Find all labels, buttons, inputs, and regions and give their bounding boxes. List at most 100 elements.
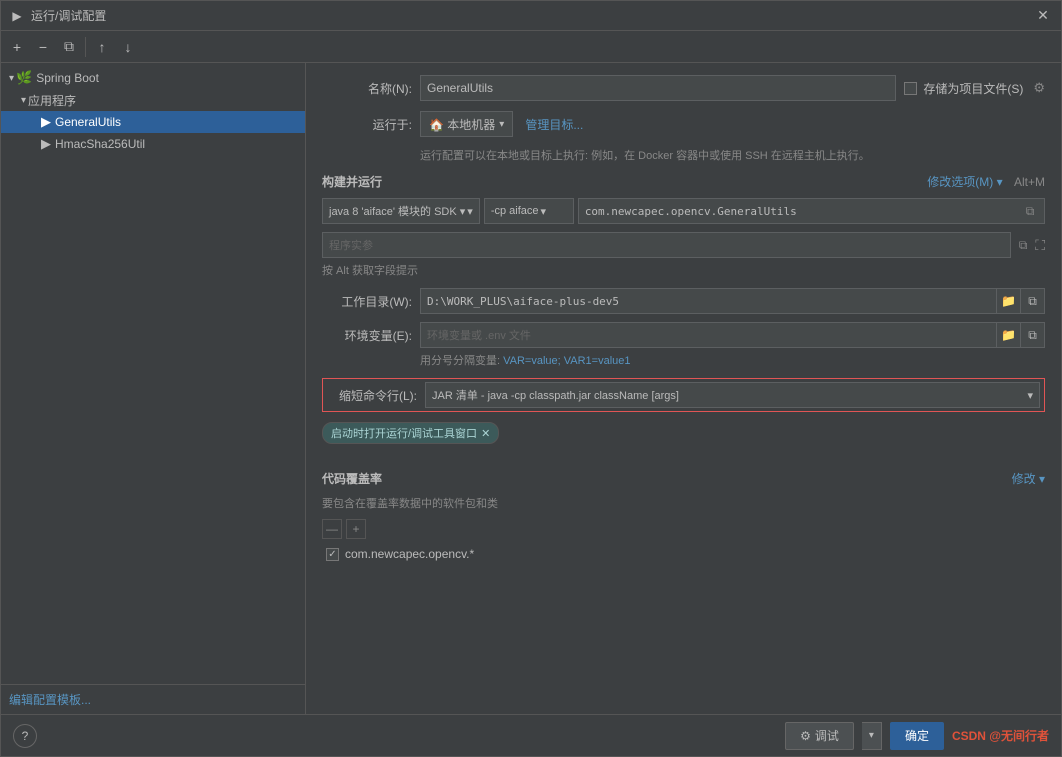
dialog-icon: ▶ <box>9 8 25 24</box>
coverage-subtext: 要包含在覆盖率数据中的软件包和类 <box>322 495 1045 511</box>
env-field[interactable]: 环境变量或 .env 文件 <box>420 322 997 348</box>
workdir-label: 工作目录(W): <box>322 293 412 310</box>
title-bar: ▶ 运行/调试配置 ✕ <box>1 1 1061 31</box>
add-config-button[interactable]: + <box>5 35 29 59</box>
name-input[interactable] <box>420 75 896 101</box>
toolbar-separator <box>85 37 86 57</box>
toolbar: + − ⧉ ↑ ↓ <box>1 31 1061 63</box>
shorten-dropdown[interactable]: JAR 清单 - java -cp classpath.jar classNam… <box>425 382 1040 408</box>
bottom-bar: ? ⚙ 调试 ▾ 确定 CSDN @无间行者 <box>1 714 1061 756</box>
watermark: CSDN @无间行者 <box>952 727 1049 744</box>
program-args-field[interactable]: 程序实参 <box>322 232 1011 258</box>
run-on-label: 运行于: <box>322 116 412 133</box>
config-tree: ▾ 🌿 Spring Boot ▾ 应用程序 ▶ GeneralUtils ▶ <box>1 63 305 684</box>
cp-arrow: ▾ <box>541 205 547 218</box>
manage-target-link[interactable]: 管理目标... <box>525 116 583 133</box>
window-controls: ✕ <box>1033 6 1053 26</box>
tree-hmac[interactable]: ▶ HmacSha256Util <box>1 133 305 155</box>
program-args-placeholder: 程序实参 <box>329 237 373 253</box>
cp-value: -cp aiface <box>491 205 539 217</box>
env-copy-btn[interactable]: ⧉ <box>1021 322 1045 348</box>
coverage-header: 代码覆盖率 修改 ▾ <box>322 470 1045 487</box>
app-group-label: 应用程序 <box>28 92 76 109</box>
build-run-title: 构建并运行 <box>322 173 382 190</box>
left-panel: ▾ 🌿 Spring Boot ▾ 应用程序 ▶ GeneralUtils ▶ <box>1 63 306 714</box>
save-to-project-label: 存储为项目文件(S) <box>923 80 1023 97</box>
env-row: 环境变量(E): 环境变量或 .env 文件 📁 ⧉ <box>322 322 1045 348</box>
tree-app-group[interactable]: ▾ 应用程序 <box>1 89 305 111</box>
name-label: 名称(N): <box>322 80 412 97</box>
dialog-title: 运行/调试配置 <box>31 7 1033 24</box>
run-info-text: 运行配置可以在本地或目标上执行: 例如，在 Docker 容器中或使用 SSH … <box>420 147 1045 163</box>
env-sep-text: 用分号分隔变量: VAR=value; VAR1=value1 <box>420 352 1045 368</box>
launch-tag-label: 启动时打开运行/调试工具窗口 <box>331 425 477 441</box>
save-gear-icon[interactable]: ⚙ <box>1033 80 1045 96</box>
run-on-dropdown[interactable]: 🏠 本地机器 ▾ <box>420 111 513 137</box>
hmac-label: HmacSha256Util <box>55 137 145 151</box>
coverage-title: 代码覆盖率 <box>322 470 382 487</box>
cp-dropdown[interactable]: -cp aiface ▾ <box>484 198 574 224</box>
hmac-icon: ▶ <box>41 136 51 152</box>
coverage-section: 代码覆盖率 修改 ▾ 要包含在覆盖率数据中的软件包和类 — + ✓ com.ne… <box>322 470 1045 563</box>
run-on-arrow: ▾ <box>499 119 504 130</box>
coverage-modify-link[interactable]: 修改 ▾ <box>1012 470 1045 487</box>
debug-gear-icon: ⚙ <box>800 729 811 743</box>
hint-text: 按 Alt 获取字段提示 <box>322 262 1045 278</box>
mainclass-field: com.newcapec.opencv.GeneralUtils ⧉ <box>578 198 1045 224</box>
launch-tag-row: 启动时打开运行/调试工具窗口 ✕ <box>322 422 1045 456</box>
left-panel-bottom: 编辑配置模板... <box>1 684 305 714</box>
shorten-label: 缩短命令行(L): <box>327 387 417 404</box>
springboot-arrow: ▾ <box>9 73 14 84</box>
coverage-plus-btn[interactable]: + <box>346 519 366 539</box>
env-sep-link[interactable]: VAR=value; VAR1=value1 <box>503 355 630 367</box>
debug-arrow-button[interactable]: ▾ <box>862 722 882 750</box>
ok-button[interactable]: 确定 <box>890 722 944 750</box>
remove-config-button[interactable]: − <box>31 35 55 59</box>
sdk-value: java 8 'aiface' 模块的 SDK ▾ <box>329 203 465 219</box>
coverage-item-checkbox[interactable]: ✓ <box>326 548 339 561</box>
workdir-browse-btn[interactable]: 📁 <box>997 288 1021 314</box>
main-content: ▾ 🌿 Spring Boot ▾ 应用程序 ▶ GeneralUtils ▶ <box>1 63 1061 714</box>
coverage-item-label: com.newcapec.opencv.* <box>345 547 474 561</box>
move-down-button[interactable]: ↓ <box>116 35 140 59</box>
app-group-arrow: ▾ <box>21 95 26 106</box>
coverage-toolbar: — + <box>322 519 1045 539</box>
launch-tag-close-btn[interactable]: ✕ <box>481 427 490 440</box>
edit-template-link[interactable]: 编辑配置模板... <box>9 693 91 707</box>
workdir-row: 工作目录(W): D:\WORK_PLUS\aiface-plus-dev5 📁… <box>322 288 1045 314</box>
coverage-minus-btn[interactable]: — <box>322 519 342 539</box>
program-args-row: 程序实参 ⧉ ⛶ <box>322 232 1045 258</box>
save-checkbox-group: 存储为项目文件(S) ⚙ <box>904 80 1045 97</box>
general-utils-icon: ▶ <box>41 114 51 130</box>
workdir-field[interactable]: D:\WORK_PLUS\aiface-plus-dev5 <box>420 288 997 314</box>
tree-general-utils[interactable]: ▶ GeneralUtils <box>1 111 305 133</box>
sdk-dropdown[interactable]: java 8 'aiface' 模块的 SDK ▾ ▾ <box>322 198 480 224</box>
copy-config-button[interactable]: ⧉ <box>57 35 81 59</box>
copy-args-icon[interactable]: ⧉ <box>1015 237 1031 253</box>
run-on-value: 🏠 本地机器 <box>429 116 495 133</box>
workdir-value: D:\WORK_PLUS\aiface-plus-dev5 <box>427 295 619 308</box>
sdk-arrow: ▾ <box>467 205 473 218</box>
run-on-row: 运行于: 🏠 本地机器 ▾ 管理目标... <box>322 111 1045 137</box>
expand-args-icon[interactable]: ⛶ <box>1035 237 1045 254</box>
mainclass-value: com.newcapec.opencv.GeneralUtils <box>585 205 797 218</box>
shorten-arrow: ▾ <box>1027 389 1033 402</box>
shorten-row: 缩短命令行(L): JAR 清单 - java -cp classpath.ja… <box>322 378 1045 412</box>
tree-springboot[interactable]: ▾ 🌿 Spring Boot <box>1 67 305 89</box>
modify-options-shortcut: Alt+M <box>1014 175 1045 189</box>
right-panel: 名称(N): 存储为项目文件(S) ⚙ 运行于: 🏠 本地机器 ▾ 管理目标..… <box>306 63 1061 714</box>
shorten-value: JAR 清单 - java -cp classpath.jar classNam… <box>432 387 679 403</box>
save-to-project-checkbox[interactable] <box>904 82 917 95</box>
springboot-label: Spring Boot <box>36 71 99 85</box>
name-row: 名称(N): 存储为项目文件(S) ⚙ <box>322 75 1045 101</box>
springboot-icon: 🌿 <box>16 70 32 86</box>
env-browse-btn[interactable]: 📁 <box>997 322 1021 348</box>
move-up-button[interactable]: ↑ <box>90 35 114 59</box>
modify-options-link[interactable]: 修改选项(M) ▾ Alt+M <box>927 173 1045 190</box>
workdir-copy-btn[interactable]: ⧉ <box>1021 288 1045 314</box>
close-button[interactable]: ✕ <box>1033 6 1053 26</box>
help-button[interactable]: ? <box>13 724 37 748</box>
debug-label: 调试 <box>815 727 839 744</box>
copy-mainclass-icon[interactable]: ⧉ <box>1022 203 1038 219</box>
debug-button[interactable]: ⚙ 调试 <box>785 722 854 750</box>
